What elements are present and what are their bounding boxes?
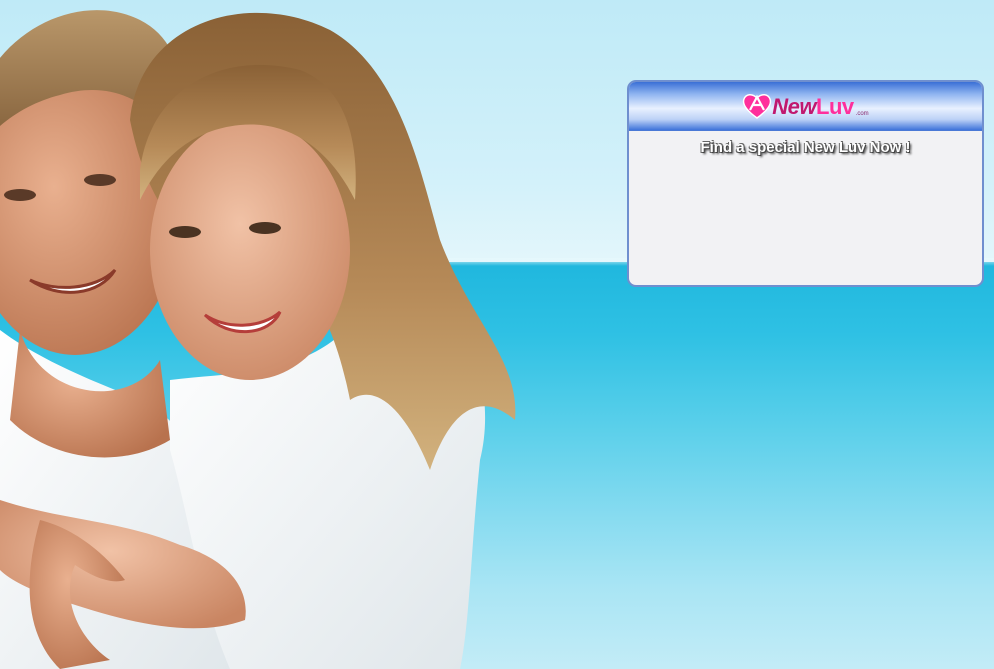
logo-suffix: .com: [855, 111, 869, 117]
couple-photo: [0, 10, 516, 669]
signup-panel: New Luv .com Find a special New Luv Now …: [627, 80, 984, 287]
panel-tagline: Find a special New Luv Now !: [700, 139, 911, 156]
logo-text-luv: Luv: [816, 94, 854, 119]
logo-text-new: New: [772, 94, 817, 119]
newluv-logo[interactable]: New Luv .com: [742, 92, 869, 120]
panel-header: New Luv .com: [629, 82, 982, 131]
heart-logo-icon: [742, 92, 772, 120]
